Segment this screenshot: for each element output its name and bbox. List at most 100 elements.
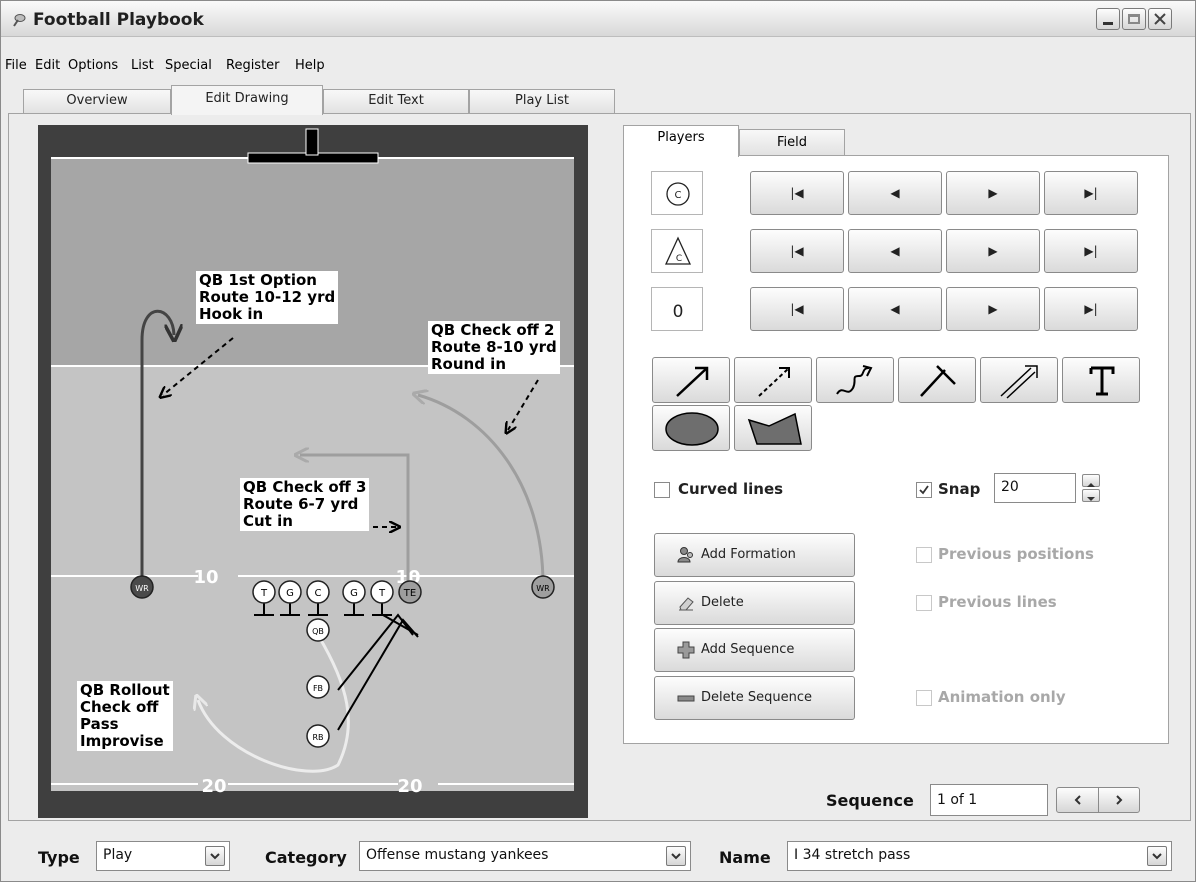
menu-list[interactable]: List	[131, 58, 154, 73]
maximize-button[interactable]	[1122, 8, 1146, 30]
tab-edit-text[interactable]: Edit Text	[323, 89, 469, 113]
snap-label: Snap	[938, 480, 981, 498]
double-arrow-tool-button[interactable]	[980, 357, 1058, 403]
sequence-field[interactable]: 1 of 1	[930, 784, 1048, 816]
block-tool-button[interactable]	[898, 357, 976, 403]
player-c-label: C	[315, 588, 322, 599]
category-dropdown-button[interactable]	[666, 846, 686, 866]
sequence-prev-button[interactable]	[1057, 788, 1099, 812]
oval-player-icon: 0	[673, 302, 684, 322]
circle-next-button[interactable]: ▶	[946, 171, 1040, 215]
triangle-last-button[interactable]: ▶|	[1044, 229, 1138, 273]
symbol-circle-box[interactable]: C	[651, 171, 703, 215]
sequence-next-button[interactable]	[1099, 788, 1140, 812]
tab-edit-drawing[interactable]: Edit Drawing	[171, 85, 323, 115]
tab-play-list[interactable]: Play List	[469, 89, 615, 113]
tab-overview[interactable]: Overview	[23, 89, 171, 113]
checkmark-icon	[919, 485, 929, 495]
menu-help[interactable]: Help	[295, 58, 325, 73]
zigzag-tool-button[interactable]	[816, 357, 894, 403]
ellipse-tool-button[interactable]	[652, 405, 730, 451]
symbol-triangle-box[interactable]: C	[651, 229, 703, 273]
delete-sequence-label: Delete Sequence	[701, 690, 812, 705]
menu-options[interactable]: Options	[68, 58, 118, 73]
oval-prev-button[interactable]: ◀	[848, 287, 942, 331]
double-line-arrow-icon	[1000, 365, 1038, 399]
name-select[interactable]: I 34 stretch pass	[787, 841, 1172, 871]
player-rt-label: T	[378, 588, 386, 599]
add-formation-button[interactable]: Add Formation	[654, 533, 855, 577]
chevron-down-icon	[671, 853, 681, 860]
svg-text:C: C	[675, 190, 682, 201]
tab-players[interactable]: Players	[623, 125, 739, 157]
type-label: Type	[38, 848, 80, 867]
circle-first-button[interactable]: |◀	[750, 171, 844, 215]
chevron-down-icon	[1087, 497, 1095, 501]
delete-button[interactable]: Delete	[654, 581, 855, 625]
animation-only-checkbox[interactable]	[916, 690, 932, 706]
menu-edit[interactable]: Edit	[35, 58, 60, 73]
text-tool-button[interactable]	[1062, 357, 1140, 403]
add-sequence-button[interactable]: Add Sequence	[654, 628, 855, 672]
chevron-down-icon	[210, 853, 220, 860]
animation-only-label: Animation only	[938, 688, 1066, 706]
dashed-arrow-tool-button[interactable]	[734, 357, 812, 403]
name-dropdown-button[interactable]	[1147, 846, 1167, 866]
arrow-tool-button[interactable]	[652, 357, 730, 403]
type-dropdown-button[interactable]	[205, 846, 225, 866]
snap-value-field[interactable]: 20	[994, 473, 1076, 503]
previous-positions-checkbox[interactable]	[916, 547, 932, 563]
app-icon	[13, 14, 26, 27]
symbol-oval-box[interactable]: 0	[651, 287, 703, 331]
delete-sequence-button[interactable]: Delete Sequence	[654, 676, 855, 720]
triangle-prev-button[interactable]: ◀	[848, 229, 942, 273]
previous-lines-checkbox[interactable]	[916, 595, 932, 611]
oval-first-button[interactable]: |◀	[750, 287, 844, 331]
type-value: Play	[103, 847, 133, 863]
note-qb-check-off-2[interactable]: QB Check off 2 Route 8-10 yrd Round in	[428, 321, 560, 374]
polygon-tool-button[interactable]	[734, 405, 812, 451]
minus-icon	[677, 695, 695, 702]
delete-label: Delete	[701, 595, 744, 610]
circle-last-button[interactable]: ▶|	[1044, 171, 1138, 215]
eraser-icon	[679, 597, 694, 611]
player-qb-label: QB	[312, 627, 324, 636]
previous-lines-label: Previous lines	[938, 593, 1057, 611]
note-qb-rollout[interactable]: QB Rollout Check off Pass Improvise	[77, 681, 173, 751]
note-qb-check-off-3[interactable]: QB Check off 3 Route 6-7 yrd Cut in	[240, 478, 370, 531]
player-lg-label: G	[286, 588, 294, 599]
previous-positions-label: Previous positions	[938, 545, 1094, 563]
chevron-left-icon	[1074, 795, 1081, 805]
triangle-next-button[interactable]: ▶	[946, 229, 1040, 273]
spin-up-button[interactable]	[1082, 474, 1100, 487]
close-icon	[1154, 13, 1166, 25]
circle-prev-button[interactable]: ◀	[848, 171, 942, 215]
spin-down-button[interactable]	[1082, 489, 1100, 502]
curved-lines-checkbox[interactable]	[654, 482, 670, 498]
ellipse-icon	[665, 412, 719, 446]
triangle-first-button[interactable]: |◀	[750, 229, 844, 273]
tab-field[interactable]: Field	[739, 129, 845, 155]
snap-spinner[interactable]	[1082, 474, 1100, 502]
type-select[interactable]: Play	[96, 841, 230, 871]
title-bar: Football Playbook	[1, 1, 1195, 37]
close-button[interactable]	[1148, 8, 1172, 30]
menu-special[interactable]: Special	[165, 58, 212, 73]
oval-last-button[interactable]: ▶|	[1044, 287, 1138, 331]
player-wr-right-label: WR	[536, 584, 550, 593]
menu-file[interactable]: File	[5, 58, 27, 73]
yard-number-20-right: 20	[397, 776, 422, 797]
menu-register[interactable]: Register	[226, 58, 280, 73]
window-title: Football Playbook	[33, 10, 204, 30]
snap-checkbox[interactable]	[916, 482, 932, 498]
minimize-button[interactable]	[1096, 8, 1120, 30]
category-select[interactable]: Offense mustang yankees	[359, 841, 691, 871]
yard-number-20-left: 20	[201, 776, 226, 797]
app-window: Football Playbook File Edit Options List…	[0, 0, 1196, 882]
player-te-label: TE	[403, 588, 416, 599]
chevron-down-icon	[1152, 853, 1162, 860]
play-field[interactable]: 10 10 20 20 WR T G C G T TE WR QB FB RB …	[38, 125, 588, 818]
yard-number-10-left: 10	[193, 567, 218, 588]
note-qb-1st-option[interactable]: QB 1st Option Route 10-12 yrd Hook in	[196, 271, 339, 324]
oval-next-button[interactable]: ▶	[946, 287, 1040, 331]
